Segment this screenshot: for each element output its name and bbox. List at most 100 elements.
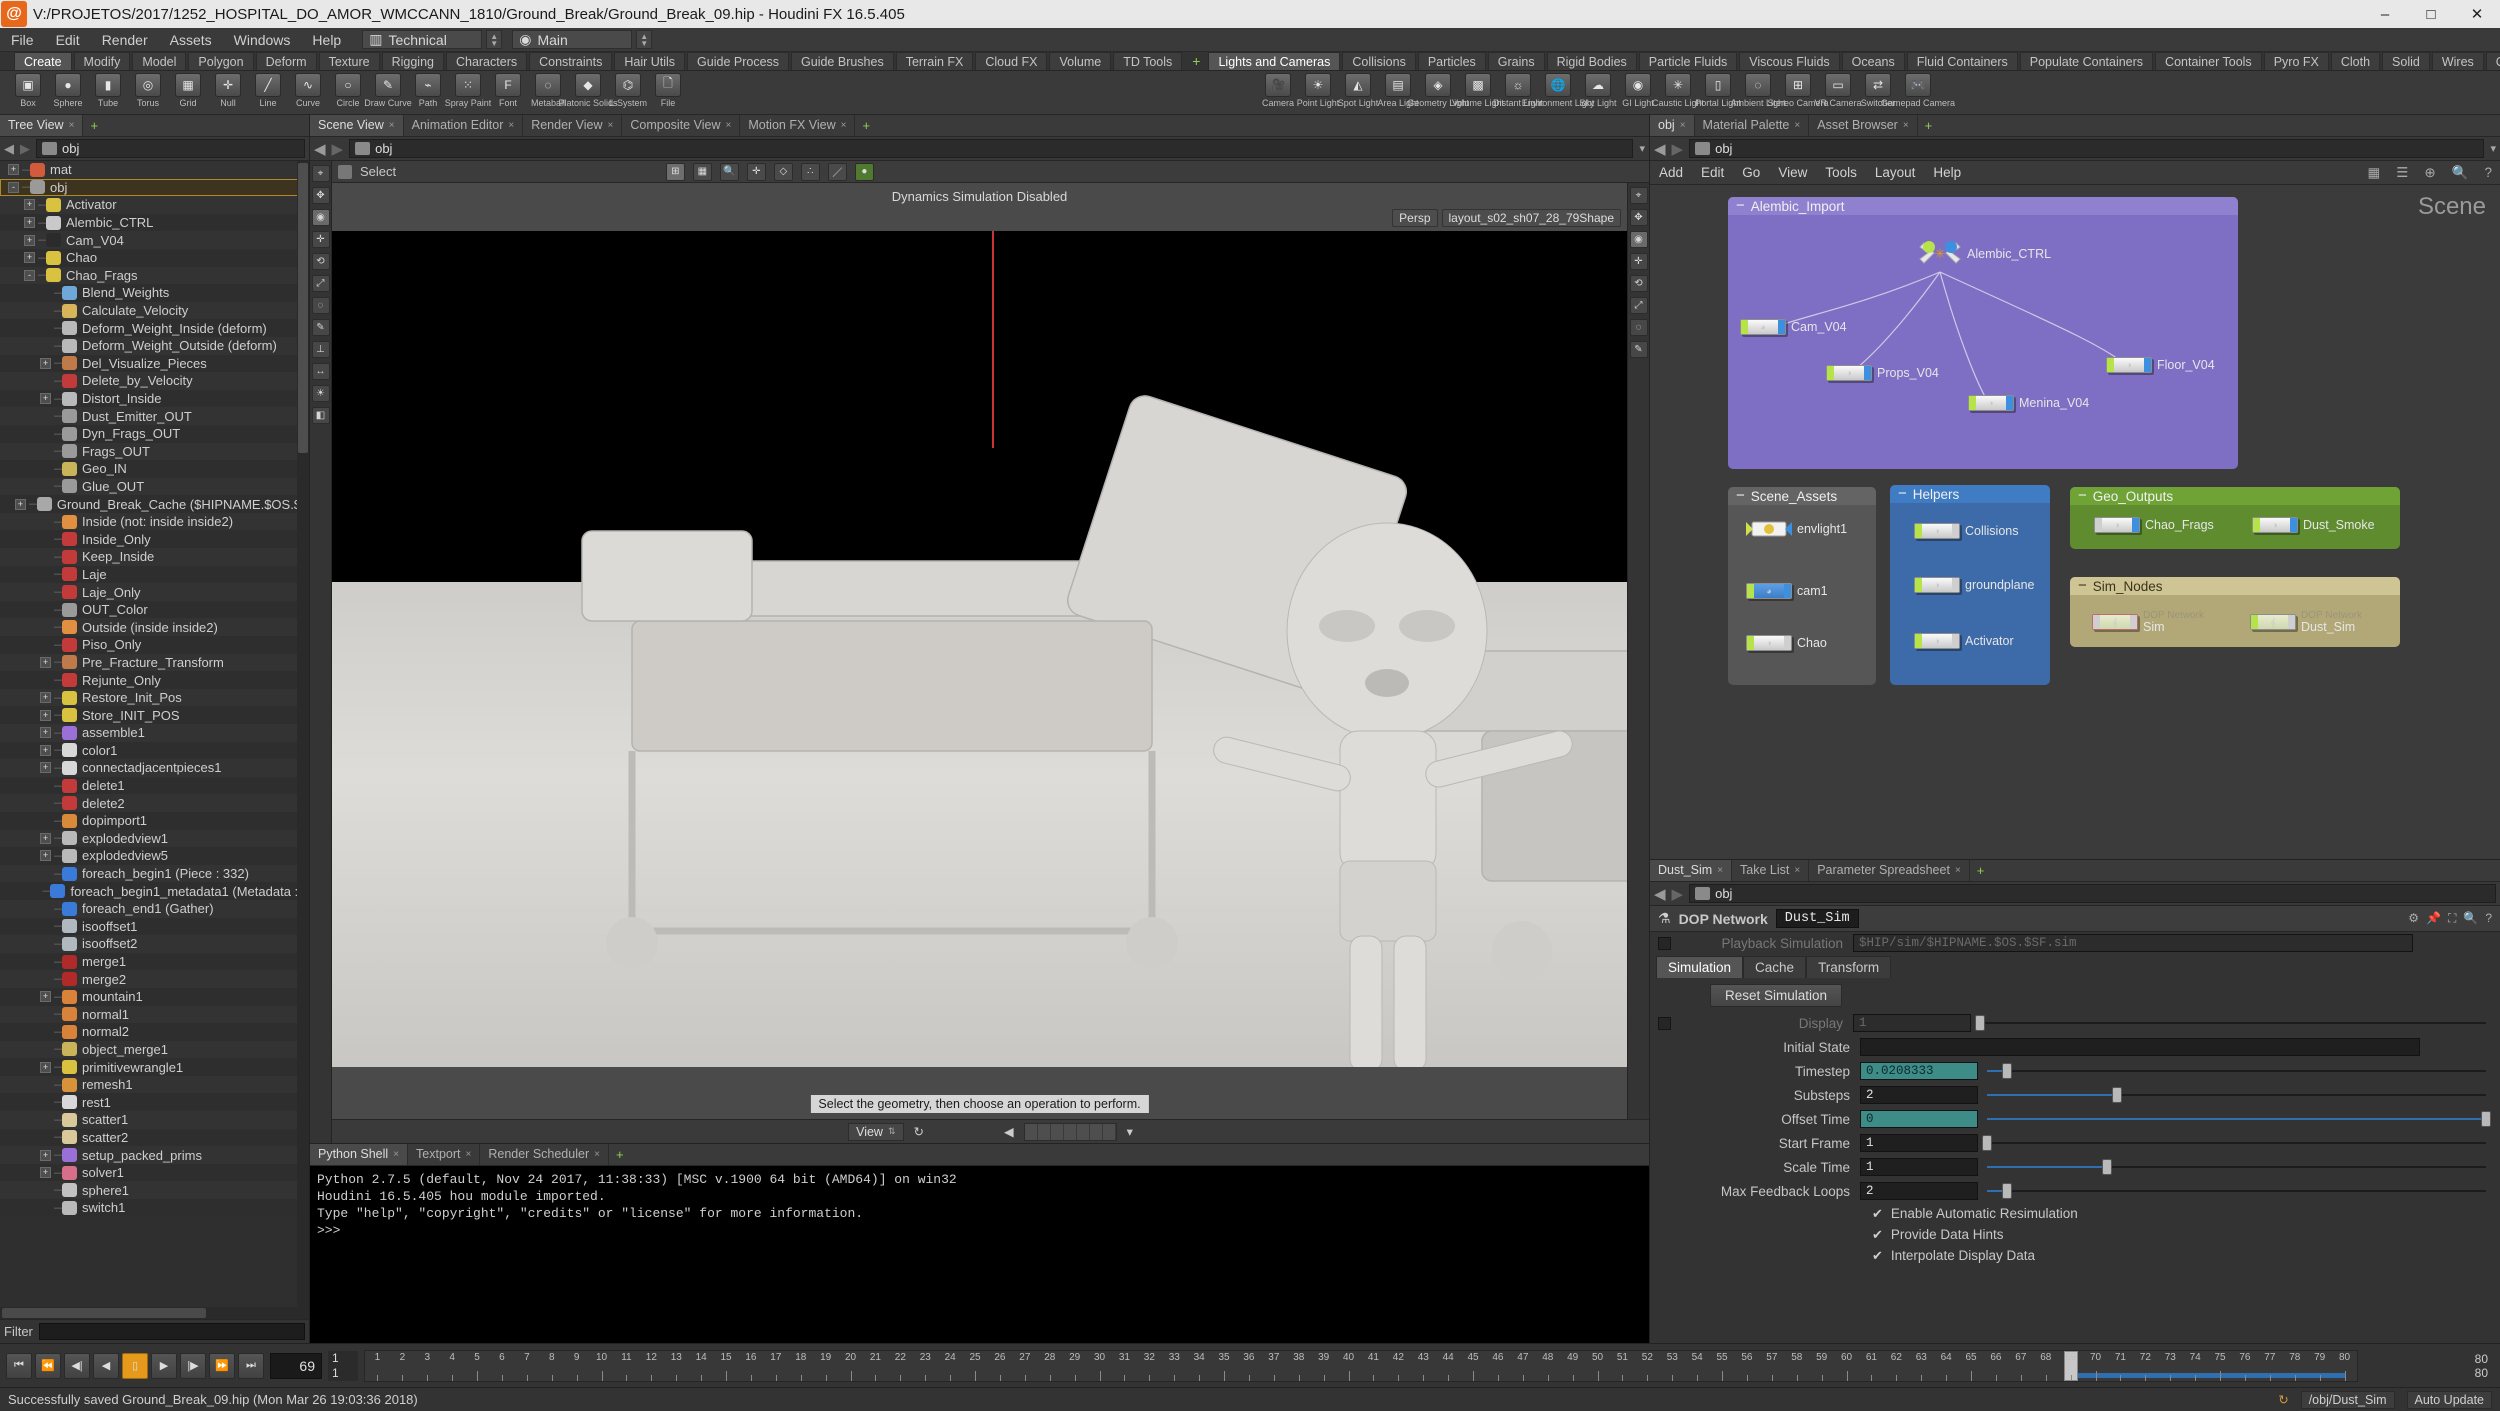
network-path-field[interactable]: obj [1689,139,2485,158]
add-tab-button[interactable]: + [1970,863,1992,878]
param-value[interactable]: 2 [1860,1086,1978,1104]
scale-icon[interactable]: ⤢ [311,275,330,292]
tree-item[interactable]: — foreach_begin1 (Piece : 332) [0,864,309,883]
network-menu-help[interactable]: Help [1924,161,1970,185]
network-back-icon[interactable]: ◀ [1654,140,1666,158]
tab-tree-view[interactable]: Tree View × [0,115,84,136]
shelf-tool-sphere[interactable]: ● Sphere [48,72,88,114]
network-menu-view[interactable]: View [1769,161,1816,185]
help-icon[interactable]: ? [2485,911,2492,926]
tree-item[interactable]: + — solver1 [0,1163,309,1182]
close-icon[interactable]: × [1794,115,1800,136]
param-slider[interactable] [1982,1134,2486,1152]
tree-item[interactable]: + — setup_packed_prims [0,1146,309,1164]
tree-item[interactable]: — Calculate_Velocity [0,301,309,320]
shelf-tool-torus[interactable]: ◎ Torus [128,72,168,114]
timeline-ruler[interactable]: 1 2 3 4 5 6 7 8 9 10 11 12 13 14 15 16 17 18 19 20 21 22 23 24 2… [364,1349,2358,1382]
param-slider[interactable] [1987,1182,2486,1200]
param-slider[interactable] [1987,1062,2486,1080]
expand-icon[interactable]: + [40,393,51,405]
persp-selector[interactable]: Persp [1392,209,1438,227]
shelf-tool-file[interactable]: 🗋 File [648,72,688,114]
tree-item[interactable]: — Outside (inside inside2) [0,618,309,637]
expand-icon[interactable]: + [40,1061,51,1073]
expand-icon[interactable]: + [24,252,35,264]
netbox-helpers-header[interactable]: − Helpers [1890,485,2050,503]
layers-icon[interactable]: ⤢ [1629,297,1648,314]
tree-item[interactable]: + — connectadjacentpieces1 [0,759,309,777]
current-frame-field[interactable]: 69 [270,1352,322,1379]
close-button[interactable]: ✕ [2454,0,2500,28]
shelf-tool-stereo-camera[interactable]: ⊞ Stereo Camera [1767,72,1829,114]
range-end-field[interactable]: 1 [332,1366,358,1380]
tree-hscrollbar[interactable] [0,1307,309,1319]
shelf-tab-fluid-containers[interactable]: Fluid Containers [1906,52,2018,70]
network-menu-go[interactable]: Go [1733,161,1769,185]
netbox-sim-nodes-header[interactable]: − Sim_Nodes [2070,577,2400,595]
menu-assets[interactable]: Assets [159,28,223,52]
tree-item[interactable]: + — Cam_V04 [0,231,309,249]
close-icon[interactable]: × [1955,860,1961,881]
tree-item[interactable]: + — explodedview1 [0,829,309,848]
close-icon[interactable]: × [608,115,614,136]
tree-item[interactable]: — Blend_Weights [0,284,309,302]
shelf-tab-particles[interactable]: Particles [1417,52,1486,70]
shelf-tab-crowds[interactable]: Crowds [2485,52,2500,70]
shelf-tab-modify[interactable]: Modify [73,52,131,70]
edge-icon[interactable]: ／ [827,162,847,181]
tree-item[interactable]: + — color1 [0,741,309,760]
ghost-icon[interactable]: ◉ [1629,231,1648,248]
tree-item[interactable]: — remesh1 [0,1075,309,1094]
node-chao[interactable]: ◑ Chao [1746,635,1827,651]
param-slider[interactable] [1987,1158,2486,1176]
brush-icon[interactable]: ✎ [311,319,330,336]
refresh-icon[interactable]: ↻ [914,1124,924,1139]
viewport-forward-icon[interactable]: ▶ [332,140,344,158]
expand-icon[interactable]: + [40,357,51,369]
shelf-tool-path[interactable]: ⌁ Path [408,72,448,114]
tab-parameter-spreadsheet[interactable]: Parameter Spreadsheet × [1809,860,1970,881]
tree-item[interactable]: — Dust_Emitter_OUT [0,407,309,425]
shelf-tool-null[interactable]: ✛ Null [208,72,248,114]
help-icon[interactable]: ✎ [1629,341,1648,358]
shelf-tool-line[interactable]: ╱ Line [248,72,288,114]
playback-range-bar[interactable] [2070,1372,2345,1378]
playback-checkbox[interactable] [1658,936,1671,950]
toolset-selector[interactable]: ◉ Main [512,30,633,49]
collapse-icon[interactable]: − [1736,488,1745,503]
netbox-alembic-import[interactable]: − Alembic_Import ✳ Alembic_CTRL ◕ Cam_V0… [1728,197,2238,469]
shelf-tool-grid[interactable]: ▦ Grid [168,72,208,114]
node-alembic-ctrl[interactable]: ✳ Alembic_CTRL [1918,237,2051,271]
network-layout-icon[interactable]: ▦ [2359,165,2388,181]
shelf-tab-constraints[interactable]: Constraints [529,52,613,70]
tree-item[interactable]: — Deform_Weight_Outside (deform) [0,336,309,355]
add-tab-button[interactable]: + [855,118,877,133]
step-back-icon[interactable]: ◀| [64,1352,90,1379]
tab-composite-view[interactable]: Composite View × [622,115,741,136]
shelf-tab-viscous-fluids[interactable]: Viscous Fluids [1739,52,1840,70]
node-props-v04[interactable]: ◑ Props_V04 [1826,365,1939,381]
lasso-icon[interactable]: ◌ [311,297,330,314]
tree-item[interactable]: + — Chao [0,248,309,267]
tree-item[interactable]: — rest1 [0,1093,309,1112]
tab-obj[interactable]: obj × [1650,115,1695,136]
tree-item[interactable]: — Inside (not: inside inside2) [0,512,309,531]
shelf-tab-wires[interactable]: Wires [2431,52,2484,70]
expand-icon[interactable]: + [40,850,51,862]
shelf-tab-rigid-bodies[interactable]: Rigid Bodies [1546,52,1637,70]
move-icon[interactable]: ✛ [311,231,330,248]
param-value[interactable]: 1 [1853,1014,1971,1032]
node-dust-sim[interactable]: 𝄞 DOP Network Dust_Sim [2250,611,2362,633]
shelf-tab-hair-utils[interactable]: Hair Utils [614,52,686,70]
close-icon[interactable]: × [594,1144,600,1165]
frame-strip[interactable] [1023,1122,1117,1141]
param-value[interactable]: 0.0208333 [1860,1062,1978,1080]
close-icon[interactable]: × [725,115,731,136]
tree-item[interactable]: — foreach_end1 (Gather) [0,899,309,918]
maximize-icon[interactable]: ⛶ [2448,911,2456,926]
tree-path-field[interactable]: obj [36,139,305,158]
tree-item[interactable]: + — Del_Visualize_Pieces [0,354,309,373]
slider-handle[interactable] [2111,1087,2122,1103]
viewport-back-icon[interactable]: ◀ [314,140,326,158]
point-icon[interactable]: ∴ [800,162,820,181]
